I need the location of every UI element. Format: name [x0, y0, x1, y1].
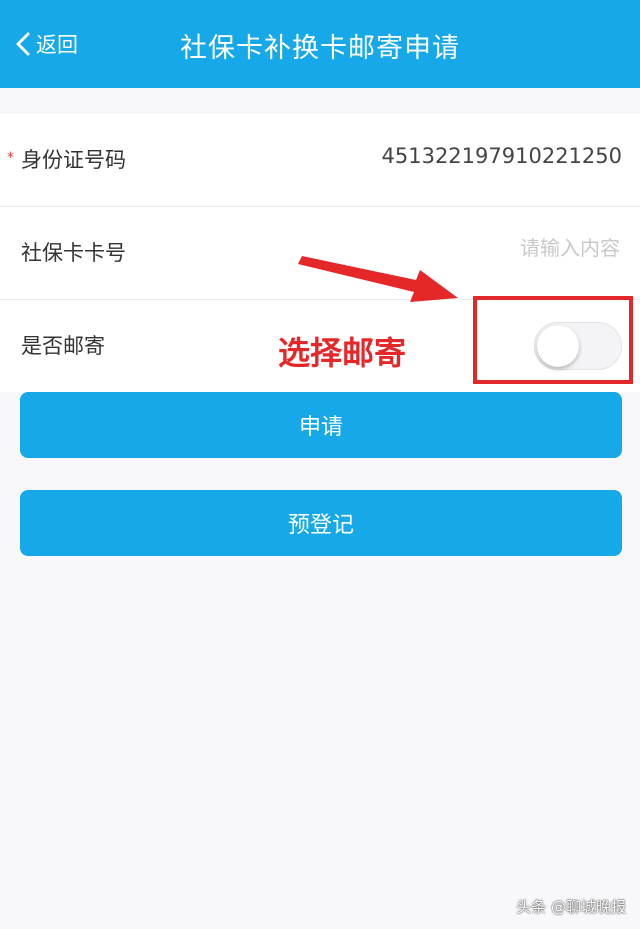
id-card-label: 身份证号码 — [21, 148, 126, 172]
app-header: 返回 社保卡补换卡邮寄申请 — [0, 0, 640, 88]
watermark: 头条 @聊城晚报 — [516, 898, 626, 916]
required-mark: * — [7, 150, 14, 166]
annotation-arrow-icon — [298, 256, 458, 302]
annotation-text: 选择邮寄 — [278, 334, 407, 372]
annotation-highlight-box — [473, 296, 633, 384]
id-card-value: 451322197910221250 — [381, 144, 623, 168]
apply-button[interactable]: 申请 — [20, 392, 622, 458]
card-number-label: 社保卡卡号 — [21, 241, 126, 265]
pre-register-button[interactable]: 预登记 — [20, 490, 622, 556]
page-title: 社保卡补换卡邮寄申请 — [180, 33, 460, 64]
mail-label: 是否邮寄 — [21, 334, 105, 358]
id-card-row: * 身份证号码 451322197910221250 — [0, 114, 640, 207]
